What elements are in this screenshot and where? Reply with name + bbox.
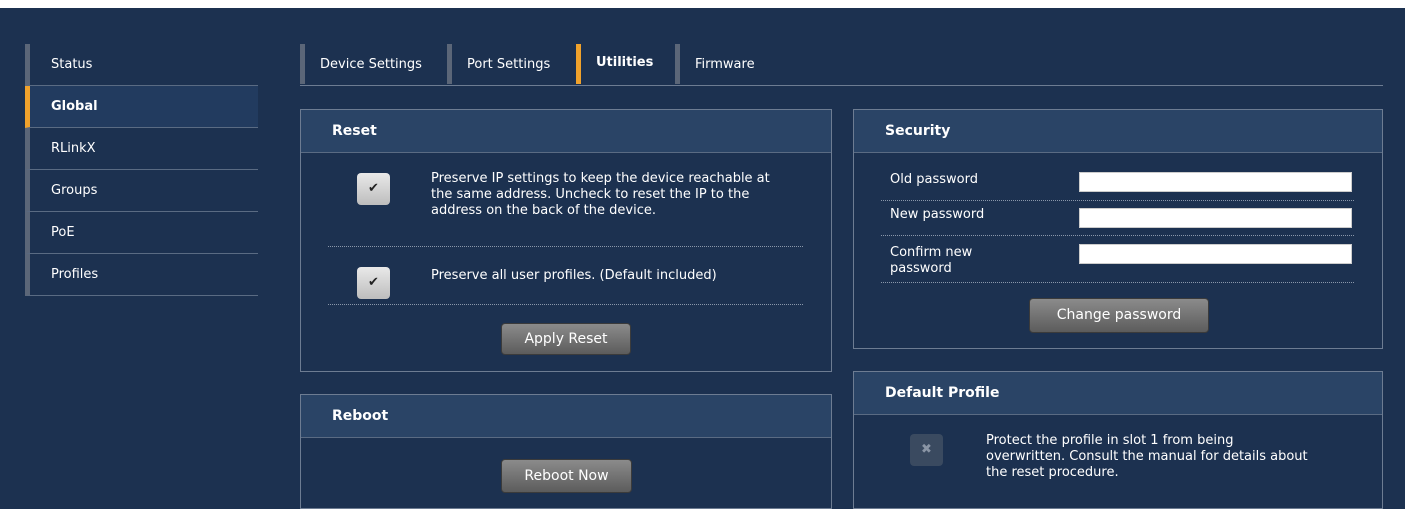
preserve-profiles-label: Preserve all user profiles. (Default inc… [431,268,717,283]
reboot-panel-title: Reboot [301,395,831,438]
divider [881,282,1354,283]
tab-utilities[interactable]: Utilities [576,44,675,84]
new-password-label: New password [890,207,985,222]
change-password-button[interactable]: Change password [1029,298,1209,333]
reset-panel: Reset ✔ Preserve IP settings to keep the… [300,109,832,372]
default-profile-panel-title: Default Profile [854,372,1382,415]
old-password-input[interactable] [1079,172,1352,192]
divider [328,304,803,305]
sidebar-item-poe[interactable]: PoE [25,212,258,254]
apply-reset-button[interactable]: Apply Reset [501,323,631,355]
tab-label: Utilities [596,55,654,70]
sidebar-item-label: Groups [51,183,98,198]
sidebar-item-label: Status [51,57,93,72]
divider [881,200,1354,201]
sidebar-item-rlinkx[interactable]: RLinkX [25,128,258,170]
tab-label: Device Settings [320,57,422,72]
tab-bar: Device Settings Port Settings Utilities … [300,44,1383,86]
sidebar-item-label: PoE [51,225,75,240]
protect-profile-checkbox[interactable]: ✖ [910,434,943,466]
sidebar-nav: Status Global RLinkX Groups PoE Profiles [25,44,258,296]
top-border [0,0,1405,8]
divider [328,246,803,247]
new-password-input[interactable] [1079,208,1352,228]
tab-device-settings[interactable]: Device Settings [300,44,447,84]
checkmark-icon: ✔ [368,275,379,290]
security-panel-title: Security [854,110,1382,153]
x-icon: ✖ [921,442,932,457]
sidebar-item-groups[interactable]: Groups [25,170,258,212]
security-panel: Security Old password New password Confi… [853,109,1383,349]
reboot-now-button[interactable]: Reboot Now [501,459,632,493]
preserve-profiles-checkbox[interactable]: ✔ [357,267,390,299]
sidebar-item-label: Global [51,99,98,114]
divider [881,235,1354,236]
preserve-ip-checkbox[interactable]: ✔ [357,173,390,205]
tab-label: Firmware [695,57,755,72]
preserve-ip-label: Preserve IP settings to keep the device … [431,171,770,218]
tab-label: Port Settings [467,57,551,72]
sidebar-item-label: Profiles [51,267,99,282]
protect-profile-label: Protect the profile in slot 1 from being… [986,433,1308,480]
sidebar-item-label: RLinkX [51,141,96,156]
old-password-label: Old password [890,172,978,187]
sidebar-item-profiles[interactable]: Profiles [25,254,258,296]
tab-firmware[interactable]: Firmware [675,44,775,84]
sidebar-item-status[interactable]: Status [25,44,258,86]
confirm-password-input[interactable] [1079,244,1352,264]
checkmark-icon: ✔ [368,181,379,196]
tab-port-settings[interactable]: Port Settings [447,44,576,84]
reboot-panel: Reboot Reboot Now [300,394,832,509]
sidebar-item-global[interactable]: Global [25,86,258,128]
default-profile-panel: Default Profile ✖ Protect the profile in… [853,371,1383,509]
reset-panel-title: Reset [301,110,831,153]
confirm-password-label: Confirm new password [890,245,973,276]
